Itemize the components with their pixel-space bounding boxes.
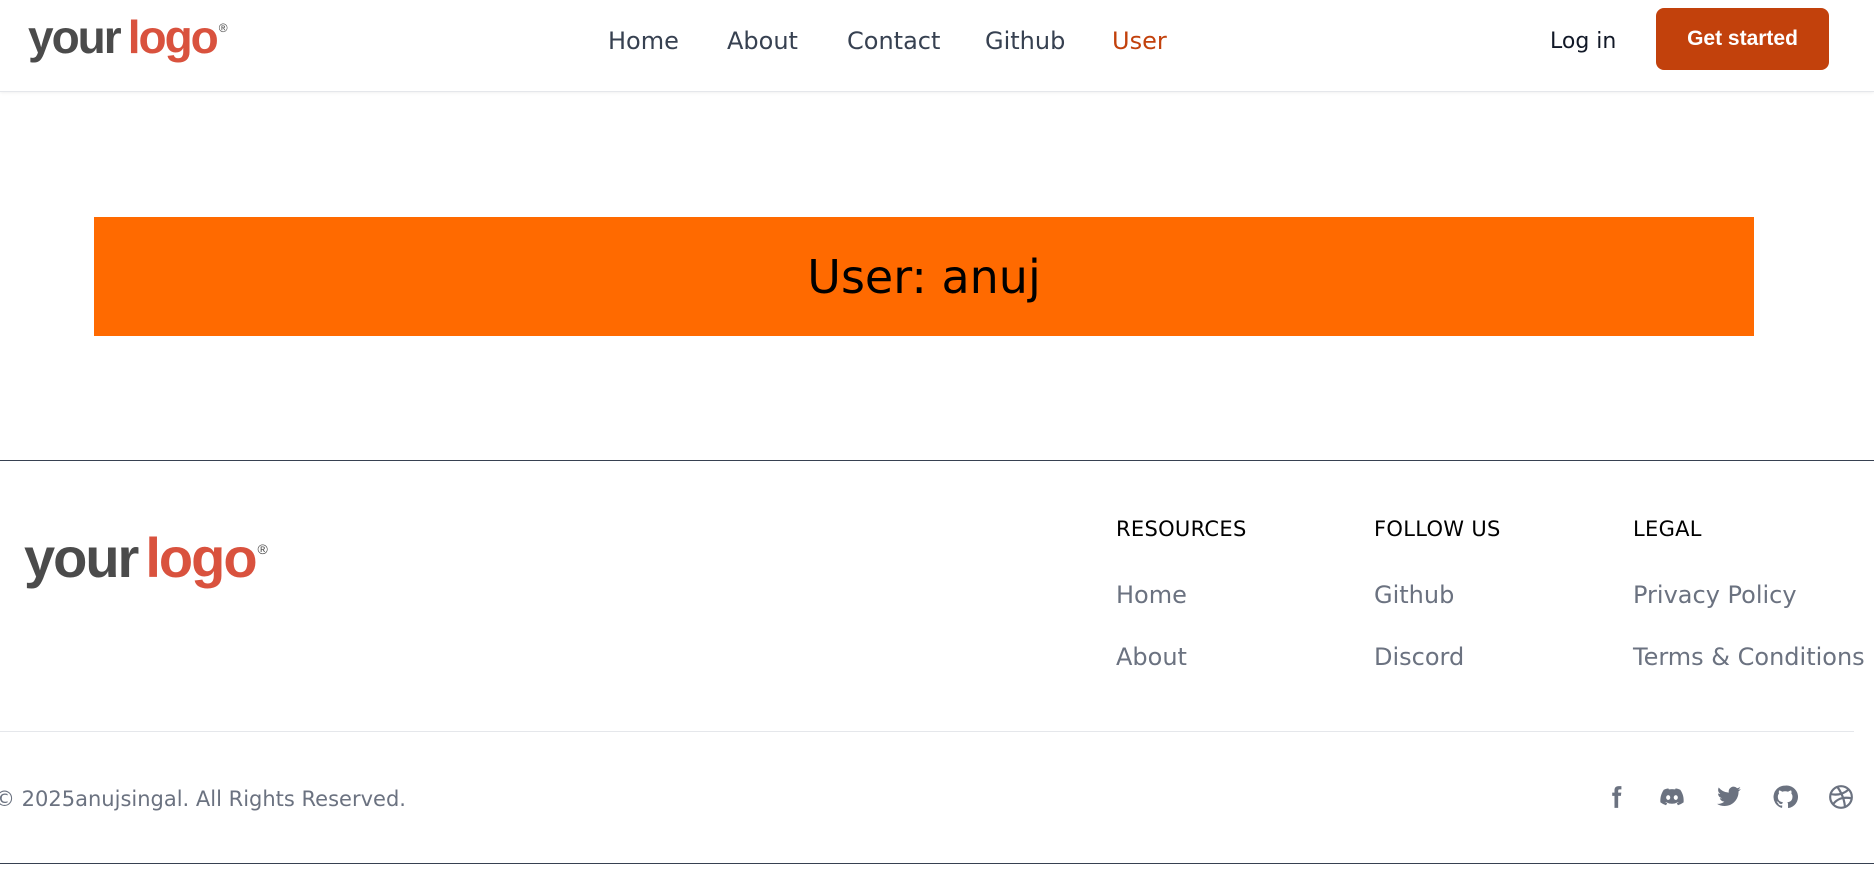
copyright-text: © 2025anujsingal. All Rights Reserved. xyxy=(0,787,406,811)
site-header: your logo ® Home About Contact Github Us… xyxy=(0,0,1874,92)
facebook-icon[interactable] xyxy=(1601,782,1631,812)
twitter-icon[interactable] xyxy=(1714,782,1744,812)
github-icon[interactable] xyxy=(1770,782,1800,812)
nav-about[interactable]: About xyxy=(727,24,798,58)
footer-link-home[interactable]: Home xyxy=(1116,578,1187,612)
footer-column-legal: LEGAL Privacy Policy Terms & Conditions xyxy=(1633,514,1865,671)
footer-bottom-divider xyxy=(0,863,1874,864)
nav-user[interactable]: User xyxy=(1112,24,1167,58)
footer-heading-follow-us: FOLLOW US xyxy=(1374,517,1501,541)
footer-top-divider xyxy=(0,460,1874,461)
footer-column-follow-us: FOLLOW US Github Discord xyxy=(1374,514,1501,671)
footer-link-github[interactable]: Github xyxy=(1374,578,1454,612)
footer-link-about[interactable]: About xyxy=(1116,640,1187,674)
nav-home[interactable]: Home xyxy=(608,24,679,58)
footer-logo[interactable]: your logo ® xyxy=(24,530,268,586)
footer-link-discord[interactable]: Discord xyxy=(1374,640,1464,674)
footer-divider xyxy=(0,731,1854,732)
logo-word-your: your xyxy=(24,526,139,589)
nav-contact[interactable]: Contact xyxy=(847,24,940,58)
footer-heading-resources: RESOURCES xyxy=(1116,517,1247,541)
login-link[interactable]: Log in xyxy=(1550,25,1616,59)
discord-icon[interactable] xyxy=(1657,782,1687,812)
registered-mark: ® xyxy=(257,541,268,557)
footer-heading-legal: LEGAL xyxy=(1633,517,1702,541)
get-started-button[interactable]: Get started xyxy=(1656,8,1829,70)
footer-column-resources: RESOURCES Home About xyxy=(1116,514,1247,671)
user-banner-text: User: anuj xyxy=(807,249,1041,304)
nav-github[interactable]: Github xyxy=(985,24,1065,58)
footer-link-privacy-policy[interactable]: Privacy Policy xyxy=(1633,578,1797,612)
logo-word-logo: logo xyxy=(145,526,257,589)
user-banner: User: anuj xyxy=(94,217,1754,336)
footer-link-terms[interactable]: Terms & Conditions xyxy=(1633,640,1865,674)
dribbble-icon[interactable] xyxy=(1826,782,1856,812)
